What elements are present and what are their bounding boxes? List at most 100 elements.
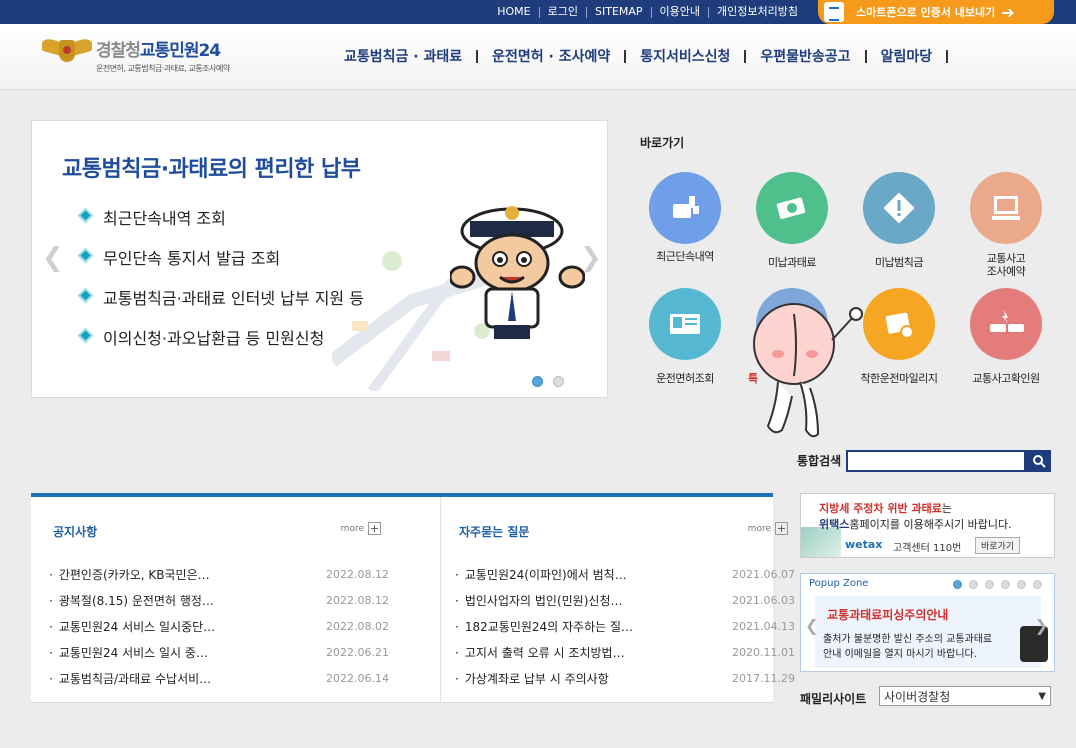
diamond-bullet-icon — [77, 247, 94, 264]
list-item[interactable]: 교통민원24 서비스 일시중단…2022.08.02 — [49, 613, 389, 639]
family-site-selected: 사이버경찰청 — [884, 689, 951, 704]
search-icon — [1032, 455, 1046, 468]
logo-title: 경찰청교통민원24 — [96, 41, 221, 61]
quick-accident-reservation[interactable]: 교통사고 조사예약 — [956, 172, 1056, 278]
computer-icon — [970, 172, 1042, 244]
nav-license[interactable]: 운전면허 · 조사예약 — [478, 46, 624, 66]
banner-title: 교통범칙금·과태료의 편리한 납부 — [62, 157, 361, 182]
faq-list: 교통민원24(이파인)에서 범칙…2021.06.07 법인사업자의 법인(민원… — [455, 561, 795, 691]
quick-label: 교통사고 조사예약 — [986, 252, 1026, 278]
peach-character-sticker — [753, 303, 863, 438]
quick-recent-violations[interactable]: 최근단속내역 — [635, 172, 735, 263]
export-certificate-label: 스마트폰으로 인증서 내보내기 — [856, 6, 996, 19]
sitemap-link[interactable]: SITEMAP — [587, 6, 651, 18]
nav-notice[interactable]: 알림마당 — [867, 46, 947, 66]
warning-sign-icon — [863, 172, 935, 244]
diamond-bullet-icon — [77, 327, 94, 344]
top-bar: HOME 로그인 SITEMAP 이용안내 개인정보처리방침 스마트폰으로 인증… — [0, 0, 1076, 24]
quick-accident-certificate[interactable]: 교통사고확인원 — [956, 288, 1056, 385]
search-input[interactable] — [846, 450, 1026, 472]
export-certificate-button[interactable]: 스마트폰으로 인증서 내보내기 ➔ — [818, 0, 1054, 24]
quick-unpaid-penalties[interactable]: 미납범칙금 — [849, 172, 949, 269]
site-logo[interactable]: 경찰청교통민원24 운전면허, 교통범칙금·과태료, 교통조사예약 — [42, 36, 230, 74]
notice-list: 간편인증(카카오, KB국민은…2022.08.12 광복절(8.15) 운전면… — [49, 561, 389, 691]
quick-label: 최근단속내역 — [656, 250, 714, 263]
banner-item: 교통범칙금·과태료 인터넷 납부 지원 등 — [77, 285, 364, 325]
quick-label: 미납범칙금 — [874, 256, 924, 269]
privacy-policy-link[interactable]: 개인정보처리방침 — [709, 6, 806, 18]
list-item[interactable]: 교통범칙금/과태료 수납서비…2022.06.14 — [49, 665, 389, 691]
popup-zone-title: Popup Zone — [809, 578, 869, 589]
popup-dot[interactable] — [1001, 580, 1010, 589]
banner-pagination — [532, 376, 564, 387]
faq-board: 자주묻는 질문 more+ 교통민원24(이파인)에서 범칙…2021.06.0… — [440, 497, 810, 703]
popup-zone: Popup Zone 교통과태료피싱주의안내 출처가 불분명한 발신 주소의 교… — [800, 573, 1055, 672]
money-icon — [756, 172, 828, 244]
list-item[interactable]: 가상계좌로 납부 시 주의사항2017.11.29 — [455, 665, 795, 691]
board-section: 공지사항 more+ 간편인증(카카오, KB국민은…2022.08.12 광복… — [31, 493, 795, 703]
main-banner[interactable]: 교통범칙금·과태료의 편리한 납부 최근단속내역 조회 무인단속 통지서 발급 … — [31, 120, 608, 398]
list-item[interactable]: 간편인증(카카오, KB국민은…2022.08.12 — [49, 561, 389, 587]
divider — [946, 49, 949, 63]
list-item[interactable]: 교통민원24 서비스 일시 중…2022.06.21 — [49, 639, 389, 665]
document-icon — [824, 2, 844, 22]
faq-more-button[interactable]: more + — [748, 522, 788, 535]
quick-label: 미납과태료 — [767, 256, 817, 269]
quick-links-title: 바로가기 — [640, 136, 685, 150]
search-label: 통합검색 — [797, 454, 842, 468]
family-site-select[interactable]: 사이버경찰청 ▼ — [879, 686, 1051, 706]
nav-returned-mail[interactable]: 우편물반송공고 — [746, 46, 864, 66]
popup-slide-title: 교통과태료피싱주의안내 — [827, 608, 949, 622]
popup-dot[interactable] — [953, 580, 962, 589]
nav-fines[interactable]: 교통범칙금 · 과태료 — [330, 46, 476, 66]
wetax-go-button[interactable]: 바로가기 — [975, 537, 1021, 554]
login-link[interactable]: 로그인 — [540, 6, 586, 18]
plus-icon: + — [368, 522, 381, 535]
search-button[interactable] — [1026, 450, 1051, 472]
list-item[interactable]: 182교통민원24의 자주하는 질…2021.04.13 — [455, 613, 795, 639]
popup-dot[interactable] — [985, 580, 994, 589]
utility-links: HOME 로그인 SITEMAP 이용안내 개인정보처리방침 — [489, 0, 806, 24]
list-item[interactable]: 법인사업자의 법인(민원)신청…2021.06.03 — [455, 587, 795, 613]
wetax-banner[interactable]: 지방세 주정차 위반 과태료는 위택스홈페이지를 이용해주시기 바랍니다. we… — [800, 493, 1055, 558]
notice-title[interactable]: 공지사항 — [53, 523, 97, 540]
main-navigation: 교통범칙금 · 과태료 운전면허 · 조사예약 통지서비스신청 우편물반송공고 … — [330, 46, 949, 66]
faq-title[interactable]: 자주묻는 질문 — [459, 523, 529, 540]
diamond-bullet-icon — [77, 287, 94, 304]
chevron-down-icon: ▼ — [1038, 690, 1046, 702]
list-item[interactable]: 교통민원24(이파인)에서 범칙…2021.06.07 — [455, 561, 795, 587]
banner-list: 최근단속내역 조회 무인단속 통지서 발급 조회 교통범칙금·과태료 인터넷 납… — [77, 205, 364, 365]
quick-label: 운전면허조회 — [656, 372, 714, 385]
notice-more-button[interactable]: more + — [341, 522, 381, 535]
quick-unpaid-fines[interactable]: 미납과태료 — [742, 172, 842, 269]
banner-dot-2[interactable] — [553, 376, 564, 387]
guide-link[interactable]: 이용안내 — [652, 6, 708, 18]
popup-pagination — [953, 580, 1042, 589]
family-site-label: 패밀리사이트 — [800, 692, 867, 706]
police-emblem-icon — [42, 36, 92, 70]
popup-dot[interactable] — [1017, 580, 1026, 589]
popup-dot[interactable] — [969, 580, 978, 589]
home-link[interactable]: HOME — [489, 6, 538, 18]
banner-next-arrow-icon[interactable]: ❯ — [580, 243, 602, 273]
license-card-icon — [649, 288, 721, 360]
logo-subtitle: 운전면허, 교통범칙금·과태료, 교통조사예약 — [96, 64, 230, 73]
car-accident-icon — [970, 288, 1042, 360]
police-mascot-icon — [450, 206, 585, 339]
banner-prev-arrow-icon[interactable]: ❮ — [42, 243, 64, 273]
popup-slide-desc: 출처가 불분명한 발신 주소의 교통과태료 — [823, 634, 993, 645]
quick-license-lookup[interactable]: 운전면허조회 — [635, 288, 735, 385]
list-item[interactable]: 고지서 출력 오류 시 조치방법…2020.11.01 — [455, 639, 795, 665]
banner-dot-1[interactable] — [532, 376, 543, 387]
list-item[interactable]: 광복절(8.15) 운전면허 행정…2022.08.12 — [49, 587, 389, 613]
wetax-logo: wetax — [845, 538, 883, 551]
wetax-line1: 지방세 주정차 위반 과태료는 — [819, 502, 952, 515]
nav-notification[interactable]: 통지서비스신청 — [626, 46, 744, 66]
arrow-right-icon: ➔ — [1001, 2, 1015, 22]
popup-prev-arrow-icon[interactable]: ❮ — [805, 616, 818, 635]
popup-slide[interactable]: 교통과태료피싱주의안내 출처가 불분명한 발신 주소의 교통과태료 안내 이메일… — [815, 596, 1048, 668]
popup-dot[interactable] — [1033, 580, 1042, 589]
wetax-call-center: 고객센터 110번 — [893, 543, 962, 554]
wetax-line2: 위택스홈페이지를 이용해주시기 바랍니다. — [819, 518, 1012, 531]
popup-next-arrow-icon[interactable]: ❯ — [1035, 616, 1048, 635]
